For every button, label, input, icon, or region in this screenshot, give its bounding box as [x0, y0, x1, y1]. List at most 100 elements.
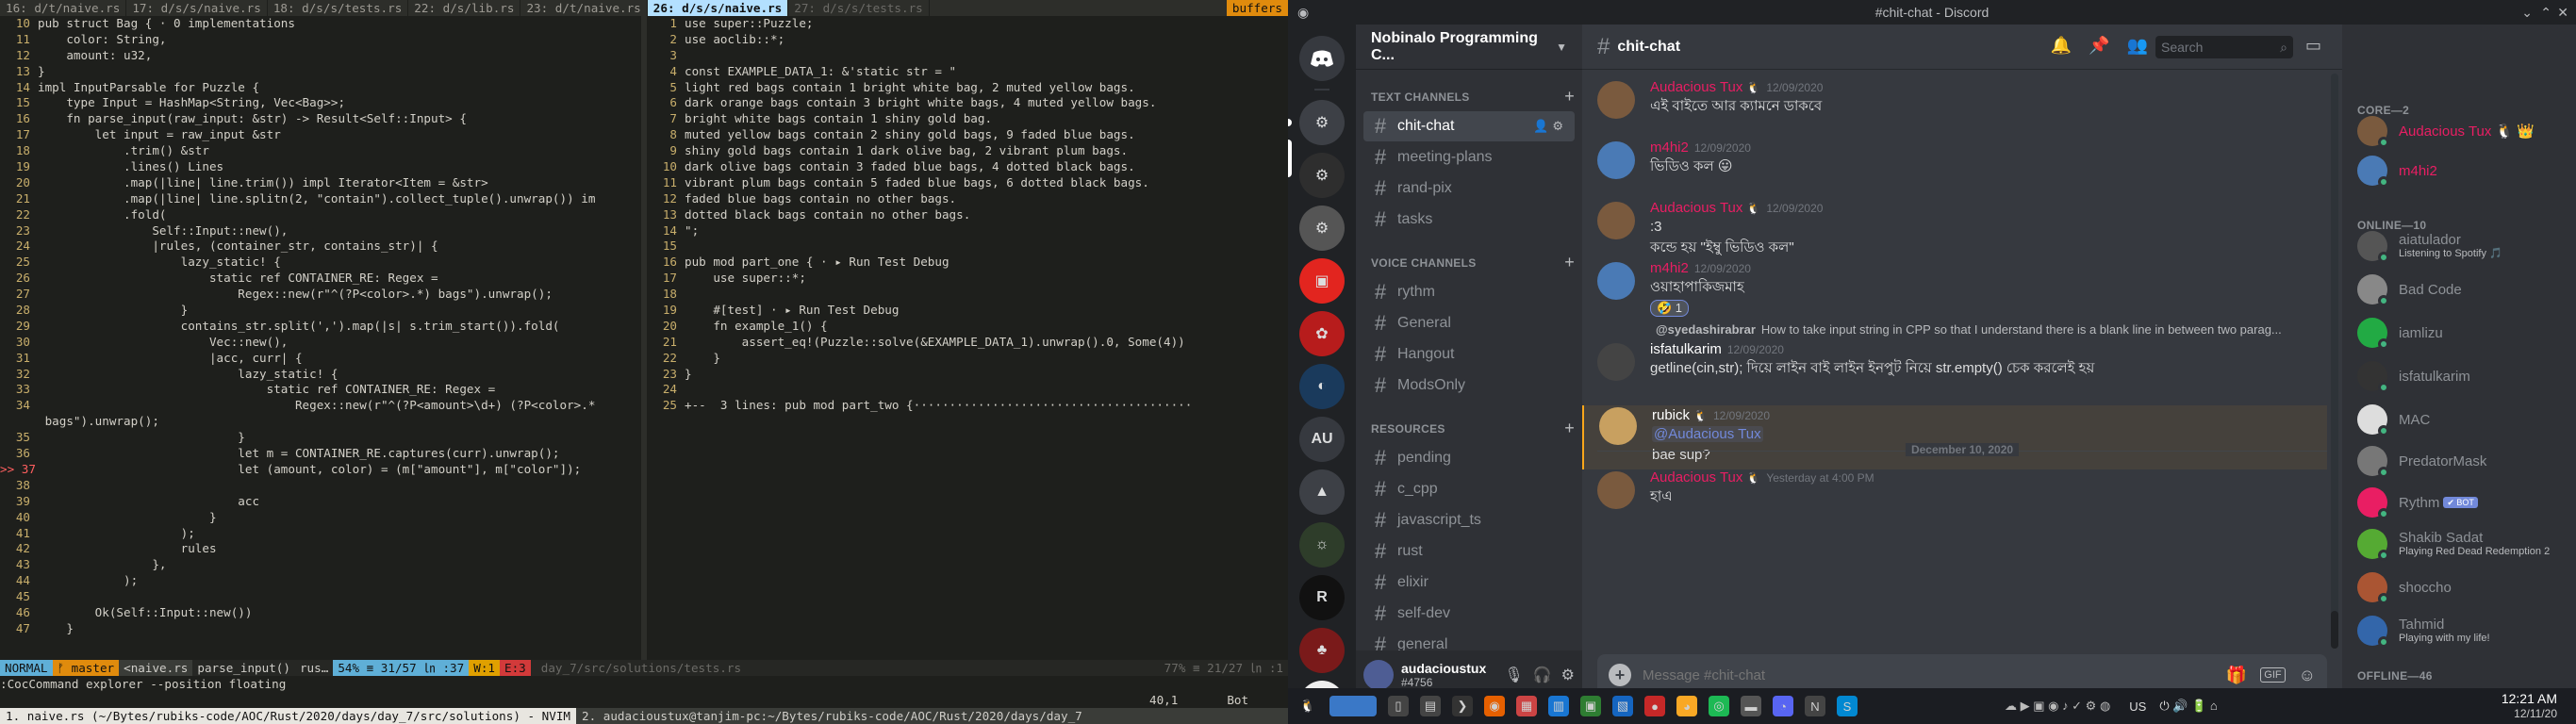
inbox-icon[interactable]: ▭ — [2305, 36, 2321, 56]
message-author[interactable]: Audacious Tux — [1650, 200, 1742, 216]
message-author[interactable]: m4hi2 — [1650, 260, 1689, 276]
skype-icon[interactable]: S — [1837, 696, 1858, 716]
clock[interactable]: 12:21 AM 12/11/20 — [2502, 688, 2557, 721]
server-icon-8[interactable]: ☼ — [1299, 522, 1345, 568]
vim-window-left[interactable]: 10 pub struct Bag { · 0 implementations 11… — [0, 16, 641, 660]
message-input[interactable] — [1643, 666, 2226, 683]
reply-author[interactable]: @syedashirabrar — [1656, 322, 1756, 337]
tux-menu-icon[interactable]: 🐧 — [1297, 696, 1318, 716]
channel-javascript-ts[interactable]: # javascript_ts — [1363, 505, 1575, 535]
avatar[interactable] — [1597, 262, 1635, 300]
server-icon-3[interactable]: ⚙ — [1299, 206, 1345, 251]
vim-tab[interactable]: 22: d/s/lib.rs — [408, 0, 521, 16]
reply-preview[interactable]: @syedashirabrar How to take input string … — [1650, 322, 2329, 337]
gear-icon[interactable]: ⚙ — [1561, 666, 1575, 684]
message-author[interactable]: Audacious Tux — [1650, 79, 1742, 95]
server-icon-rust[interactable]: R — [1299, 575, 1345, 620]
app-icon-3[interactable]: ▦ — [1516, 696, 1537, 716]
firefox-icon[interactable]: ◉ — [1484, 696, 1505, 716]
category-voice[interactable]: VOICE CHANNELS + — [1356, 236, 1582, 276]
message-author[interactable]: rubick — [1652, 407, 1690, 423]
pin-icon[interactable]: 📌 — [2089, 36, 2109, 56]
channel-rythm[interactable]: # rythm — [1363, 277, 1575, 307]
app-icon-5[interactable]: ▣ — [1580, 696, 1601, 716]
message-author[interactable]: Audacious Tux — [1650, 469, 1742, 485]
category-resources[interactable]: RESOURCES + — [1356, 402, 1582, 442]
app-icon-6[interactable]: ▧ — [1612, 696, 1633, 716]
channel-c-cpp[interactable]: # c_cpp — [1363, 474, 1575, 504]
member-item[interactable]: isfatulkarim — [2350, 356, 2568, 396]
server-header[interactable]: Nobinalo Programming C... ▼ — [1356, 25, 1582, 70]
channel-general[interactable]: # General — [1363, 308, 1575, 338]
avatar[interactable] — [1597, 81, 1635, 119]
channel-elixir[interactable]: # elixir — [1363, 568, 1575, 598]
server-icon-2[interactable]: ⚙ — [1299, 153, 1345, 198]
channel-tasks[interactable]: # tasks — [1363, 205, 1575, 235]
category-text[interactable]: TEXT CHANNELS + — [1356, 70, 1582, 110]
app-icon-4[interactable]: ▥ — [1548, 696, 1569, 716]
app-icon-1[interactable]: ▯ — [1388, 696, 1409, 716]
member-item[interactable]: Tahmid Playing with my life! — [2350, 611, 2568, 650]
member-item[interactable]: MAC — [2350, 400, 2568, 439]
workspace-indicator[interactable] — [1329, 696, 1377, 716]
member-item[interactable]: aiatulador Listening to Spotify 🎵 — [2350, 226, 2568, 266]
avatar[interactable] — [1597, 471, 1635, 509]
spotify-icon[interactable]: ◎ — [1709, 696, 1729, 716]
keyboard-layout[interactable]: US — [2129, 699, 2146, 714]
member-item[interactable]: Audacious Tux 🐧 👑 — [2350, 111, 2568, 151]
avatar[interactable] — [1599, 407, 1637, 445]
member-item[interactable]: iamlizu — [2350, 313, 2568, 353]
add-attachment-icon[interactable]: + — [1609, 664, 1631, 686]
scrollbar-thumb[interactable] — [2331, 611, 2338, 649]
tray-status-icons[interactable]: ⏻ 🔊 🔋 ⌂ — [2159, 699, 2217, 714]
member-item[interactable]: shoccho — [2350, 568, 2568, 607]
member-item[interactable]: Shakib Sadat Playing Red Dead Redemption … — [2350, 524, 2568, 564]
channel-self-dev[interactable]: # self-dev — [1363, 599, 1575, 629]
message-author[interactable]: isfatulkarim — [1650, 341, 1722, 357]
channel-pending[interactable]: # pending — [1363, 443, 1575, 473]
home-discord-icon[interactable] — [1299, 36, 1345, 81]
app-icon-8[interactable]: ◕ — [1676, 696, 1697, 716]
channel-chit-chat[interactable]: # chit-chat 👤⚙ — [1363, 111, 1575, 141]
app-icon-10[interactable]: N — [1805, 696, 1825, 716]
chat-scrollbar[interactable] — [2331, 74, 2338, 649]
member-item[interactable]: m4hi2 — [2350, 151, 2568, 190]
close-icon[interactable]: ✕ — [2557, 0, 2568, 25]
user-mention[interactable]: @Audacious Tux — [1652, 426, 1763, 442]
channel-meeting-plans[interactable]: # meeting-plans — [1363, 142, 1575, 173]
gif-icon[interactable]: GIF — [2260, 667, 2286, 683]
terminal-icon[interactable]: ❯ — [1452, 696, 1473, 716]
gift-icon[interactable]: 🎁 — [2226, 666, 2247, 685]
vim-tab[interactable]: 17: d/s/s/naive.rs — [126, 0, 268, 16]
discord-taskbar-icon[interactable]: ◔ — [1773, 696, 1793, 716]
reaction[interactable]: 🤣 1 — [1650, 300, 1690, 317]
server-icon-4[interactable]: ▣ — [1299, 258, 1345, 304]
tray-icons[interactable]: ☁ ▶ ▣ ◉ ♪ ✓ ⚙ ◍ — [2005, 699, 2110, 714]
app-icon-2[interactable]: ▤ — [1420, 696, 1441, 716]
channel-hangout[interactable]: # Hangout — [1363, 339, 1575, 370]
add-channel-icon[interactable]: + — [1564, 419, 1575, 438]
vim-tab[interactable]: 16: d/t/naive.rs — [0, 0, 127, 16]
bell-icon[interactable]: 🔔 — [2051, 36, 2072, 56]
maximize-icon[interactable]: ⌃ — [2540, 0, 2551, 25]
vim-tab[interactable]: 18: d/s/s/tests.rs — [268, 0, 409, 16]
member-item[interactable]: PredatorMask — [2350, 441, 2568, 481]
server-icon-5[interactable]: ✿ — [1299, 311, 1345, 356]
server-icon-au[interactable]: AU — [1299, 417, 1345, 462]
app-icon-9[interactable]: ▬ — [1741, 696, 1761, 716]
avatar[interactable] — [1363, 660, 1394, 690]
message-author[interactable]: m4hi2 — [1650, 140, 1689, 156]
channel-modsonly[interactable]: # ModsOnly — [1363, 370, 1575, 401]
microphone-icon[interactable]: 🎙 — [1504, 666, 1523, 684]
vim-editor[interactable]: 16: d/t/naive.rs 17: d/s/s/naive.rs 18: … — [0, 0, 1288, 724]
add-channel-icon[interactable]: + — [1564, 253, 1575, 272]
channel-settings-icons[interactable]: 👤⚙ — [1533, 119, 1567, 134]
chevron-down-icon[interactable]: ▼ — [1556, 41, 1567, 54]
channel-rust[interactable]: # rust — [1363, 536, 1575, 567]
message-list[interactable]: Audacious Tux 🐧 12/09/2020 এই বাইতে আর ক্যা… — [1582, 70, 2342, 645]
avatar[interactable] — [1597, 202, 1635, 239]
avatar[interactable] — [1597, 343, 1635, 381]
app-icon-7[interactable]: ● — [1644, 696, 1665, 716]
vim-tab[interactable]: 26: d/s/s/naive.rs — [647, 0, 789, 16]
server-icon-9[interactable]: ♣ — [1299, 628, 1345, 673]
